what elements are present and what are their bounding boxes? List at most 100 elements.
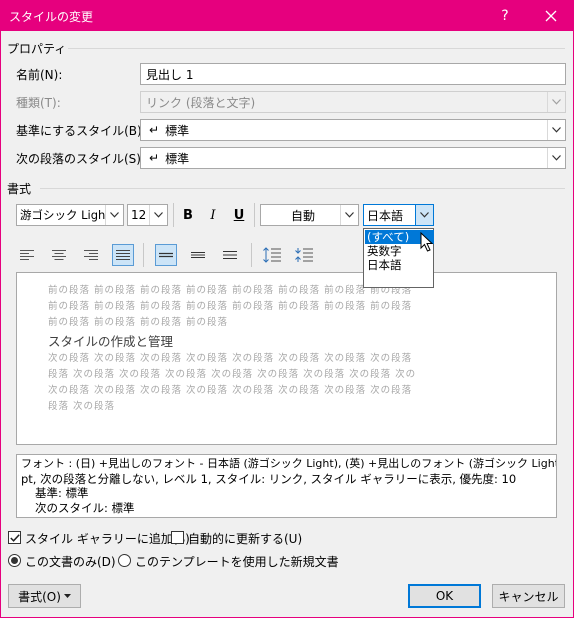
underline-button[interactable]: U: [229, 204, 249, 226]
paragraph-mark-icon: ↵: [149, 151, 160, 165]
bold-button[interactable]: B: [178, 204, 198, 226]
cancel-button[interactable]: キャンセル: [492, 584, 565, 608]
description-line: 基準: 標準: [35, 486, 89, 500]
new-documents-label[interactable]: このテンプレートを使用した新規文書: [135, 553, 339, 570]
checkmark-icon: [9, 533, 20, 542]
chevron-down-icon: [552, 99, 561, 105]
decrease-spacing-icon: [295, 248, 313, 262]
font-value: 游ゴシック Light (: [20, 208, 118, 222]
chevron-down-icon: [345, 212, 354, 218]
name-value: 見出し 1: [146, 67, 194, 82]
description-line: フォント : (日) +見出しのフォント - 日本語 (游ゴシック Light)…: [21, 457, 557, 470]
formatting-divider: [40, 188, 565, 189]
font-color-select[interactable]: 自動: [260, 204, 359, 226]
preview-line: 次の段落 次の段落 次の段落 次の段落 次の段落 次の段落 次の段落 次の段落: [48, 385, 413, 396]
one-half-spacing-button[interactable]: [187, 244, 209, 266]
next-style-select[interactable]: ↵ 標準: [140, 147, 566, 169]
format-button-label: 書式(O): [18, 589, 61, 604]
format-menu-button[interactable]: 書式(O): [8, 584, 81, 608]
name-label: 名前(N):: [16, 68, 63, 82]
preview-line: 段落 次の段落: [48, 401, 116, 412]
formatting-group-label: 書式: [7, 182, 32, 196]
toolbar-separator: [254, 203, 255, 227]
based-on-select[interactable]: ↵ 標準: [140, 119, 566, 141]
toolbar-separator: [251, 243, 252, 267]
italic-button[interactable]: I: [203, 204, 223, 226]
add-to-gallery-checkbox[interactable]: [8, 531, 21, 544]
based-on-value: 標準: [165, 123, 190, 138]
description-line: pt, 次の段落と分離しない, レベル 1, スタイル: リンク, スタイル ギ…: [21, 471, 517, 486]
type-value: リンク (段落と文字): [146, 95, 256, 110]
close-button[interactable]: [528, 0, 574, 31]
preview-sample-text: スタイルの作成と管理: [48, 334, 174, 349]
type-select: リンク (段落と文字): [140, 91, 566, 113]
next-style-value: 標準: [165, 151, 190, 166]
align-right-icon: [84, 250, 98, 260]
based-on-dropdown-button[interactable]: [547, 120, 565, 140]
justify-icon: [116, 250, 130, 260]
single-spacing-button[interactable]: [155, 244, 177, 266]
chevron-down-icon: [154, 212, 163, 218]
script-dropdown-button[interactable]: [415, 205, 433, 225]
dropdown-option-japanese[interactable]: 日本語: [365, 258, 434, 272]
close-icon: [545, 10, 557, 21]
properties-divider: [68, 48, 565, 49]
auto-update-label[interactable]: 自動的に更新する(U): [188, 530, 302, 547]
script-select[interactable]: 日本語: [363, 204, 434, 226]
double-spacing-icon: [223, 250, 237, 260]
space-after-button[interactable]: [293, 244, 315, 266]
help-button[interactable]: ?: [489, 0, 521, 31]
font-color-value: 自動: [290, 208, 315, 223]
preview-line: 次の段落 次の段落 次の段落 次の段落 次の段落 次の段落 次の段落 次の段落: [48, 353, 413, 364]
based-on-label: 基準にするスタイル(B):: [16, 124, 146, 138]
this-document-only-label[interactable]: この文書のみ(D): [25, 553, 116, 570]
type-label: 種類(T):: [16, 96, 61, 110]
description-line: 次のスタイル: 標準: [35, 500, 135, 515]
mouse-cursor-icon: [420, 231, 434, 255]
align-left-icon: [20, 250, 34, 260]
increase-spacing-icon: [263, 247, 281, 263]
preview-line: 前の段落 前の段落 前の段落 前の段落 前の段落 前の段落 前の段落 前の段落: [48, 301, 413, 312]
font-size-value: 12: [131, 208, 147, 222]
new-documents-radio[interactable]: [118, 554, 131, 567]
properties-group-label: プロパティ: [7, 42, 67, 56]
font-color-dropdown-button[interactable]: [340, 205, 358, 225]
space-before-button[interactable]: [261, 244, 283, 266]
single-spacing-icon: [159, 252, 173, 258]
auto-update-checkbox[interactable]: [171, 531, 184, 544]
chevron-down-icon: [552, 127, 561, 133]
justify-button[interactable]: [112, 244, 134, 266]
ok-button[interactable]: OK: [408, 584, 481, 608]
font-dropdown-button[interactable]: [105, 205, 123, 225]
double-spacing-button[interactable]: [219, 244, 241, 266]
toolbar-separator: [143, 243, 144, 267]
chevron-down-icon: [420, 212, 429, 218]
align-left-button[interactable]: [16, 244, 38, 266]
next-style-label: 次の段落のスタイル(S):: [16, 152, 146, 166]
align-center-icon: [52, 250, 66, 260]
radio-dot: [11, 557, 18, 564]
align-center-button[interactable]: [48, 244, 70, 266]
preview-line: 前の段落 前の段落 前の段落 前の段落: [48, 317, 229, 328]
one-half-spacing-icon: [191, 251, 205, 259]
chevron-down-icon: [552, 155, 561, 161]
paragraph-mark-icon: ↵: [149, 123, 160, 137]
font-size-dropdown-button[interactable]: [149, 205, 167, 225]
this-document-only-radio[interactable]: [8, 554, 21, 567]
window-title: スタイルの変更: [9, 10, 94, 24]
style-preview: 前の段落 前の段落 前の段落 前の段落 前の段落 前の段落 前の段落 前の段落 …: [16, 272, 557, 445]
name-input[interactable]: 見出し 1: [140, 63, 566, 85]
add-to-gallery-label[interactable]: スタイル ギャラリーに追加(S): [25, 530, 190, 547]
preview-next-paragraph: 次の段落 次の段落 次の段落 次の段落 次の段落 次の段落 次の段落 次の段落 …: [48, 351, 518, 415]
next-style-dropdown-button[interactable]: [547, 148, 565, 168]
preview-line: 前の段落 前の段落 前の段落 前の段落 前の段落 前の段落 前の段落 前の段落: [48, 285, 413, 296]
font-select[interactable]: 游ゴシック Light (: [16, 204, 124, 226]
chevron-down-icon: [110, 212, 119, 218]
preview-previous-paragraph: 前の段落 前の段落 前の段落 前の段落 前の段落 前の段落 前の段落 前の段落 …: [48, 283, 518, 331]
align-right-button[interactable]: [80, 244, 102, 266]
script-value: 日本語: [367, 208, 404, 223]
type-dropdown-button: [547, 92, 565, 112]
font-size-select[interactable]: 12: [127, 204, 168, 226]
style-description: フォント : (日) +見出しのフォント - 日本語 (游ゴシック Light)…: [16, 454, 557, 518]
toolbar-separator: [173, 203, 174, 227]
